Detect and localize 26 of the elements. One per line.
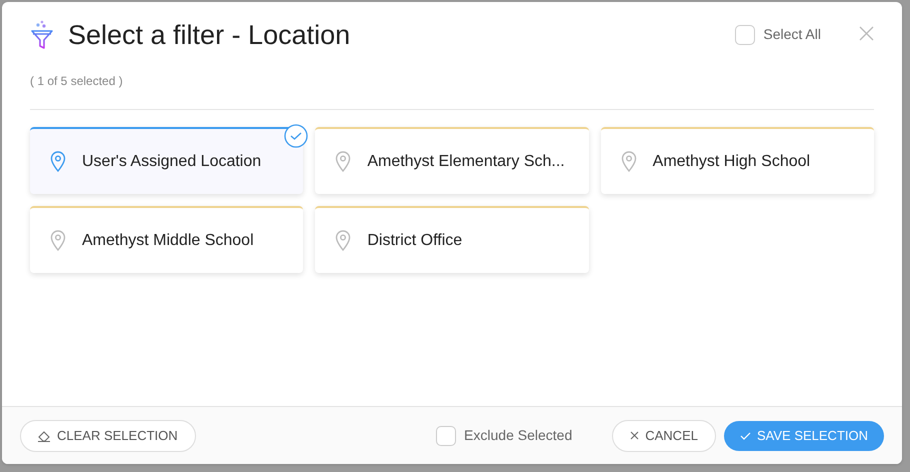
dialog-title: Select a filter - Location [68, 22, 350, 48]
cancel-button[interactable]: CANCEL [612, 420, 716, 452]
exclude-selected-checkbox[interactable]: Exclude Selected [436, 425, 572, 446]
location-card[interactable]: Amethyst Elementary Sch... [315, 127, 589, 194]
location-card[interactable]: Amethyst Middle School [30, 206, 304, 273]
location-name: District Office [367, 230, 462, 250]
location-card[interactable]: District Office [315, 206, 589, 273]
select-all-checkbox[interactable]: Select All [735, 24, 821, 45]
location-card[interactable]: Amethyst High School [600, 127, 874, 194]
eraser-icon [38, 430, 51, 442]
location-pin-icon [50, 230, 66, 251]
location-name: Amethyst High School [652, 152, 810, 172]
location-pin-icon [620, 151, 637, 172]
close-icon [630, 431, 640, 440]
location-name: Amethyst Middle School [82, 230, 254, 250]
clear-selection-button[interactable]: CLEAR SELECTION [20, 420, 196, 452]
check-circle-icon [284, 124, 308, 148]
location-name: Amethyst Elementary Sch... [367, 152, 565, 172]
location-name: User's Assigned Location [82, 152, 262, 172]
check-icon [740, 432, 751, 440]
location-pin-icon [335, 230, 352, 251]
location-pin-icon [50, 151, 66, 172]
funnel-icon [30, 20, 54, 50]
close-icon[interactable] [859, 26, 874, 41]
location-pin-icon [335, 151, 352, 172]
selection-count: ( 1 of 5 selected ) [30, 73, 123, 90]
